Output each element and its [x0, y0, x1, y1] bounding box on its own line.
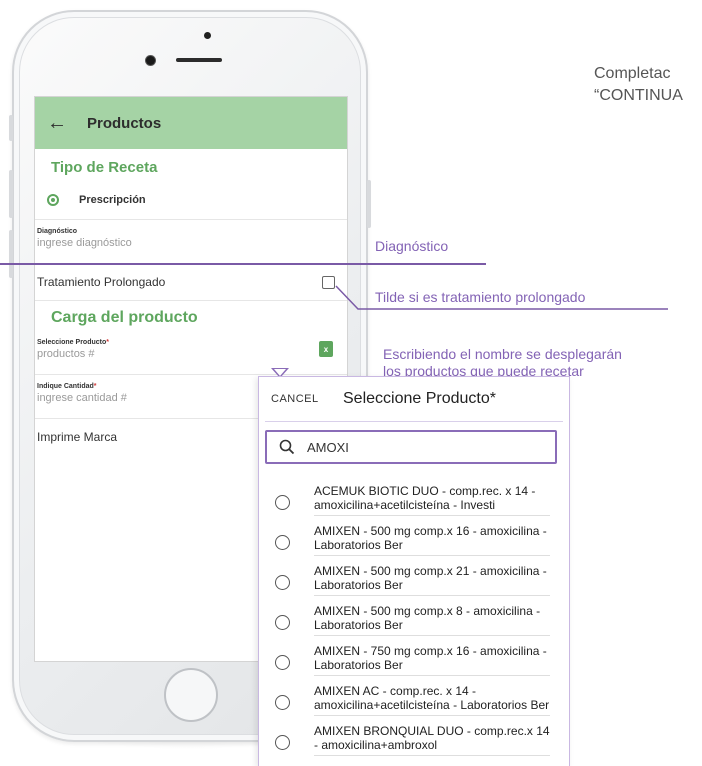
cancel-button[interactable]: CANCEL: [271, 393, 343, 405]
diagnostico-placeholder: ingrese diagnóstico: [37, 237, 132, 249]
cantidad-label-text: Indique Cantidad: [37, 383, 94, 390]
top-note: Completac “CONTINUA: [594, 63, 683, 107]
home-button[interactable]: [164, 668, 218, 722]
option-label: AMIXEN - 500 mg comp.x 16 - amoxicilina …: [314, 522, 550, 556]
product-options-list: ACEMUK BIOTIC DUO - comp.rec. x 14 - amo…: [259, 480, 569, 760]
dialog-header: CANCEL Seleccione Producto*: [259, 377, 569, 421]
back-arrow-icon[interactable]: ←: [47, 112, 87, 135]
annotation-diagnostico: Diagnóstico: [375, 238, 449, 254]
list-item[interactable]: AMIXEN - 750 mg comp.x 16 - amoxicilina …: [259, 640, 569, 680]
radio-unselected-icon[interactable]: [275, 735, 290, 750]
list-item[interactable]: AMIXEN AC - comp.rec. x 14 - amoxicilina…: [259, 680, 569, 720]
search-icon: [279, 439, 295, 455]
option-label: AMIXEN - 500 mg comp.x 21 - amoxicilina …: [314, 562, 550, 596]
producto-label: Seleccione Producto*: [37, 339, 347, 346]
search-input[interactable]: AMOXI: [265, 430, 557, 464]
speaker-grille: [176, 58, 222, 62]
annotation-tilde: Tilde si es tratamiento prolongado: [375, 289, 586, 305]
option-label: AMIXEN BRONQUIAL DUO - comp.rec.x 14 - a…: [314, 722, 550, 756]
radio-label: Prescripción: [79, 194, 146, 206]
app-bar: ← Productos: [35, 97, 347, 149]
producto-field[interactable]: Seleccione Producto* productos # x: [35, 331, 347, 375]
annotation-escribiendo: Escribiendo el nombre se desplegarán los…: [383, 346, 622, 380]
option-label: AMIXEN - 500 mg comp.x 8 - amoxicilina -…: [314, 602, 550, 636]
sensor-dot: [204, 32, 211, 39]
option-label: AMIXEN AC - comp.rec. x 14 - amoxicilina…: [314, 682, 550, 716]
radio-unselected-icon[interactable]: [275, 615, 290, 630]
radio-unselected-icon[interactable]: [275, 495, 290, 510]
radio-selected-icon[interactable]: [47, 194, 59, 206]
volume-up-button: [9, 170, 13, 218]
page-title: Productos: [87, 114, 162, 132]
radio-unselected-icon[interactable]: [275, 695, 290, 710]
required-mark: *: [93, 383, 97, 390]
list-item[interactable]: AMIXEN - 500 mg comp.x 21 - amoxicilina …: [259, 560, 569, 600]
search-value: AMOXI: [307, 439, 349, 455]
radio-prescripcion[interactable]: Prescripción: [35, 181, 347, 220]
top-note-line1: Completac: [594, 65, 671, 82]
producto-label-text: Seleccione Producto: [37, 339, 107, 346]
option-label: AMIXEN - 750 mg comp.x 16 - amoxicilina …: [314, 642, 550, 676]
producto-placeholder: productos #: [37, 348, 95, 360]
diagnostico-field[interactable]: Diagnóstico ingrese diagnóstico: [35, 220, 347, 264]
dialog-title: Seleccione Producto*: [343, 390, 496, 407]
list-item[interactable]: ACEMUK BIOTIC DUO - comp.rec. x 14 - amo…: [259, 480, 569, 520]
option-label: ACEMUK BIOTIC DUO - comp.rec. x 14 - amo…: [314, 482, 550, 516]
tratamiento-label: Tratamiento Prolongado: [37, 275, 166, 289]
producto-action-button[interactable]: x: [319, 341, 333, 357]
radio-unselected-icon[interactable]: [275, 535, 290, 550]
volume-button: [9, 115, 13, 141]
top-note-line2: “CONTINUA: [594, 87, 683, 104]
diagnostico-label: Diagnóstico: [37, 228, 78, 235]
annotation-escribiendo-line1: Escribiendo el nombre se desplegarán: [383, 346, 622, 362]
imprime-marca-label: Imprime Marca: [37, 430, 118, 444]
diagnostico-connector: [0, 263, 486, 265]
list-item[interactable]: AMIXEN - 500 mg comp.x 8 - amoxicilina -…: [259, 600, 569, 640]
radio-unselected-icon[interactable]: [275, 655, 290, 670]
section-tipo-receta: Tipo de Receta: [51, 159, 158, 176]
volume-down-button: [9, 230, 13, 278]
list-item[interactable]: AMIXEN - 500 mg comp.x 16 - amoxicilina …: [259, 520, 569, 560]
required-mark: *: [106, 339, 109, 346]
camera-icon: [146, 56, 155, 65]
power-button: [367, 180, 371, 228]
product-select-dialog: CANCEL Seleccione Producto* AMOXI ACEMUK…: [258, 376, 570, 766]
section-carga-producto: Carga del producto: [51, 309, 198, 326]
radio-unselected-icon[interactable]: [275, 575, 290, 590]
list-item[interactable]: AMIXEN BRONQUIAL DUO - comp.rec.x 14 - a…: [259, 720, 569, 760]
tratamiento-row[interactable]: Tratamiento Prolongado: [35, 264, 347, 301]
dialog-divider: [265, 421, 563, 422]
